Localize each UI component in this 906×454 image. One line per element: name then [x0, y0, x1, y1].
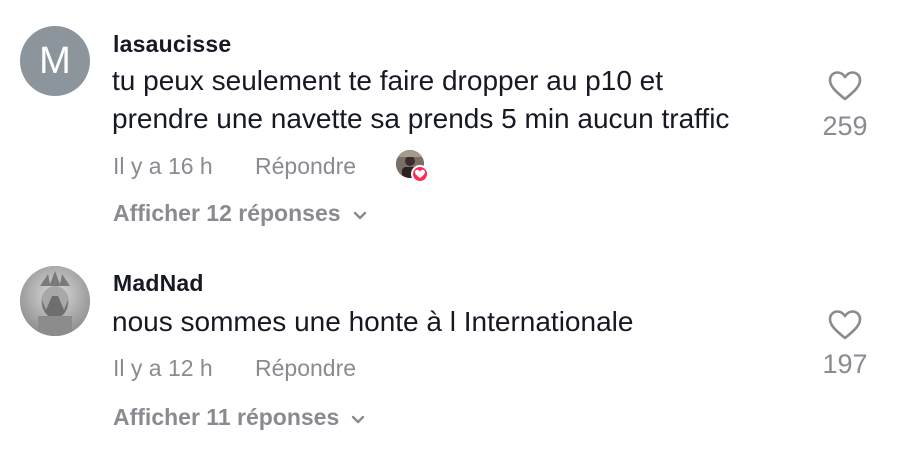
view-replies-label: Afficher 11 réponses [113, 404, 340, 430]
avatar[interactable]: M [20, 26, 90, 96]
creator-liked-indicator [396, 150, 430, 184]
comment-timestamp: Il y a 12 h [113, 355, 213, 381]
comment-text-line: nous sommes une honte à l Internationale [112, 306, 634, 337]
avatar[interactable] [20, 266, 90, 336]
like-count: 259 [822, 111, 868, 141]
chevron-down-icon [351, 404, 365, 431]
view-replies-label: Afficher 12 réponses [113, 200, 341, 226]
comment-timestamp: Il y a 16 h [113, 153, 213, 179]
view-replies-button[interactable]: Afficher 12 réponses [113, 200, 367, 227]
comment-text-line: tu peux seulement te faire dropper au p1… [112, 65, 664, 96]
like-count: 197 [822, 349, 868, 379]
heart-outline-icon[interactable] [827, 309, 863, 341]
view-replies-button[interactable]: Afficher 11 réponses [113, 404, 365, 431]
reply-button[interactable]: Répondre [255, 355, 356, 382]
heart-outline-icon[interactable] [827, 70, 863, 102]
heart-filled-icon [411, 165, 429, 183]
chevron-down-icon [353, 200, 367, 227]
username[interactable]: lasaucisse [113, 31, 231, 58]
username[interactable]: MadNad [113, 270, 204, 297]
reply-button[interactable]: Répondre [255, 153, 356, 180]
comment-text-line: prendre une navette sa prends 5 min aucu… [112, 103, 730, 134]
